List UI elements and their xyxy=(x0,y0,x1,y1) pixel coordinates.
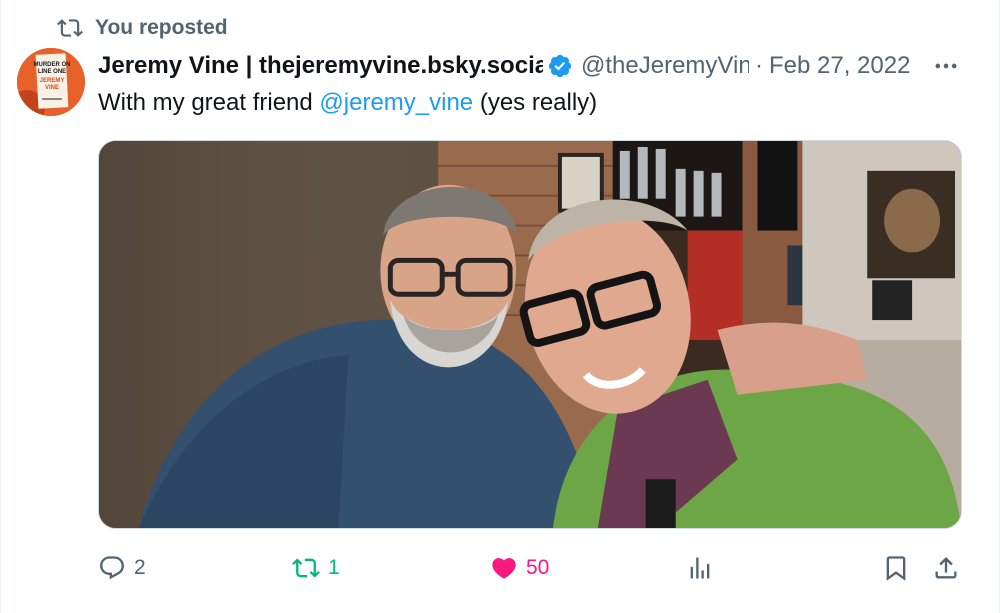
share-upload-icon xyxy=(935,557,957,579)
svg-text:MURDER ON: MURDER ON xyxy=(34,62,71,68)
tweet-card[interactable]: You reposted MURDER ON LINE ONE JEREMY V… xyxy=(0,0,1000,613)
more-dots-icon xyxy=(935,63,957,69)
svg-text:JEREMY: JEREMY xyxy=(40,78,65,84)
repost-button[interactable]: 1 xyxy=(292,548,340,588)
tweet-header: Jeremy Vine | thejeremyvine.bsky.social … xyxy=(98,48,978,84)
post-date[interactable]: Feb 27, 2022 xyxy=(769,52,910,80)
reply-count: 2 xyxy=(134,556,146,579)
mention-link[interactable]: @jeremy_vine xyxy=(319,89,473,116)
svg-text:LINE ONE: LINE ONE xyxy=(38,69,66,75)
views-button[interactable] xyxy=(686,548,714,588)
share-button[interactable] xyxy=(932,548,960,588)
tweet-text: With my great friend @jeremy_vine (yes r… xyxy=(98,87,597,119)
author-handle[interactable]: @theJeremyVine xyxy=(581,52,749,80)
like-count: 50 xyxy=(526,556,550,579)
action-bar: 2 1 50 xyxy=(98,548,964,588)
verified-badge-icon[interactable] xyxy=(547,53,573,79)
author-display-name[interactable]: Jeremy Vine | thejeremyvine.bsky.social xyxy=(98,52,543,80)
selfie-photo xyxy=(99,141,961,528)
social-context: You reposted xyxy=(57,14,228,42)
tweet-photo[interactable] xyxy=(98,140,962,529)
avatar[interactable]: MURDER ON LINE ONE JEREMY VINE xyxy=(17,48,85,116)
bookmark-icon xyxy=(886,556,906,581)
like-button[interactable]: 50 xyxy=(490,548,549,588)
svg-text:VINE: VINE xyxy=(45,85,59,91)
heart-filled-icon xyxy=(492,558,516,579)
tweet-text-after: (yes really) xyxy=(473,89,598,116)
reply-icon xyxy=(100,556,124,580)
bookmark-button[interactable] xyxy=(882,548,910,588)
repost-count: 1 xyxy=(328,556,340,579)
reply-button[interactable]: 2 xyxy=(98,548,146,588)
analytics-bars-icon xyxy=(690,557,710,579)
repost-icon xyxy=(57,19,83,37)
header-separator: · xyxy=(755,52,763,79)
tweet-text-before: With my great friend xyxy=(98,89,320,116)
repost-active-icon xyxy=(292,558,320,578)
social-context-label: You reposted xyxy=(95,16,228,39)
more-options-button[interactable] xyxy=(931,52,961,80)
